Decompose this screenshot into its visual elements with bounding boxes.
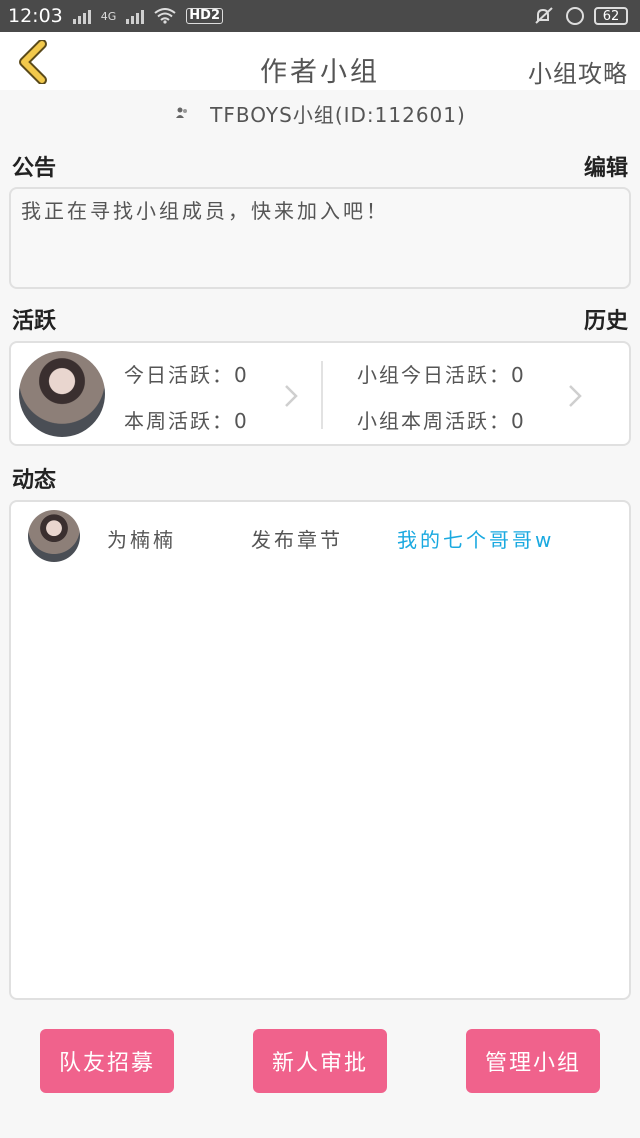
network-type: 4G xyxy=(100,9,117,23)
new-member-approval-button[interactable]: 新人审批 xyxy=(253,1029,387,1093)
group-guide-link[interactable]: 小组攻略 xyxy=(528,54,628,89)
activity-divider xyxy=(321,361,323,429)
signal2-icon xyxy=(126,8,145,24)
user-avatar[interactable] xyxy=(19,351,105,437)
battery-icon: 62 xyxy=(594,7,628,25)
personal-activity-chevron-icon[interactable] xyxy=(283,383,299,409)
hd-badge: HD2 xyxy=(186,8,224,24)
signal-icon xyxy=(72,8,91,24)
wifi-icon xyxy=(154,8,176,24)
group-name-id: TFBOYS小组(ID:112601) xyxy=(210,102,466,127)
group-week-active-stat: 小组本周活跃：0 xyxy=(357,409,526,433)
feed-user-name[interactable]: 为楠楠 xyxy=(107,524,176,553)
feed-target-link[interactable]: 我的七个哥哥w xyxy=(397,524,554,553)
mute-icon xyxy=(535,7,553,24)
notice-heading: 公告 xyxy=(12,156,57,181)
feed-action: 发布章节 xyxy=(251,528,343,552)
group-id-row: TFBOYS小组(ID:112601) xyxy=(0,98,640,128)
feed-list: 为楠楠 发布章节 我的七个哥哥w xyxy=(9,500,631,1000)
activity-history-button[interactable]: 历史 xyxy=(584,303,628,335)
notice-edit-button[interactable]: 编辑 xyxy=(584,150,628,182)
feed-user-avatar[interactable] xyxy=(28,510,80,562)
notice-box: 我正在寻找小组成员，快来加入吧！ xyxy=(9,187,631,289)
group-activity-chevron-icon[interactable] xyxy=(567,383,583,409)
status-time: 12:03 xyxy=(8,5,63,27)
today-active-stat: 今日活跃：0 xyxy=(124,363,249,387)
recruit-teammates-button[interactable]: 队友招募 xyxy=(40,1029,174,1093)
manage-group-button[interactable]: 管理小组 xyxy=(466,1029,600,1093)
lock-rotation-icon xyxy=(566,7,584,25)
activity-card: 今日活跃：0 本周活跃：0 小组今日活跃：0 小组本周活跃：0 xyxy=(9,341,631,446)
week-active-stat: 本周活跃：0 xyxy=(124,409,249,433)
status-bar: 12:03 4G HD2 62 xyxy=(0,0,640,32)
group-members-icon xyxy=(176,107,188,118)
feed-heading: 动态 xyxy=(12,468,57,493)
notice-content: 我正在寻找小组成员，快来加入吧！ xyxy=(21,199,389,223)
activity-heading: 活跃 xyxy=(12,309,57,334)
app-header: 作者小组 小组攻略 xyxy=(0,32,640,90)
group-today-active-stat: 小组今日活跃：0 xyxy=(357,363,526,387)
